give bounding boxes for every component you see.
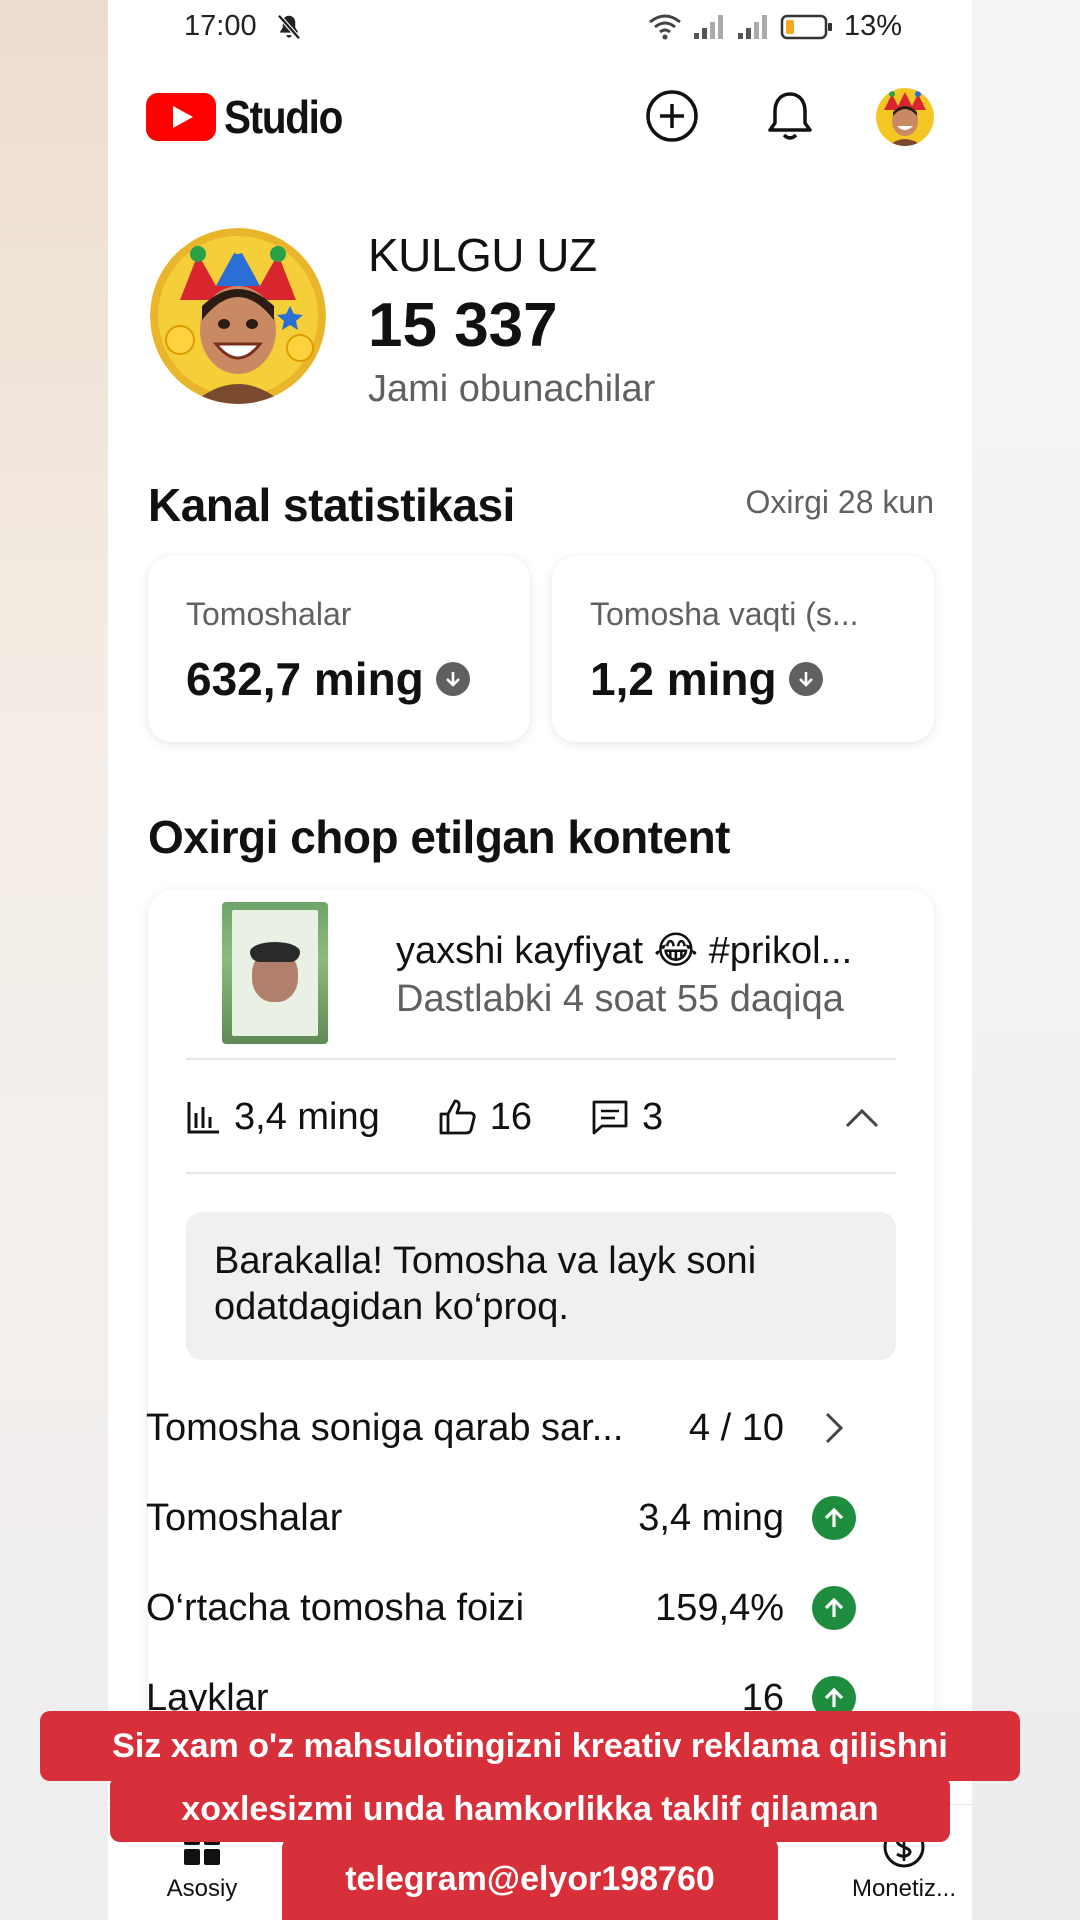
- status-icons: 13%: [648, 10, 902, 43]
- background-left: [0, 0, 108, 1920]
- row-value: 4 / 10: [688, 1406, 784, 1449]
- video-thumbnail[interactable]: [222, 902, 328, 1044]
- arrow-down-icon: [788, 662, 823, 696]
- nav-label: Monetiz...: [851, 1875, 957, 1902]
- row-value: 159,4%: [655, 1586, 784, 1629]
- collapse-button[interactable]: [834, 1090, 890, 1146]
- create-icon: [646, 90, 698, 142]
- stat-number: 632,7 ming: [186, 653, 424, 705]
- mute-icon: [277, 14, 301, 40]
- video-metrics: 3,4 ming 16 3: [186, 1082, 896, 1152]
- bell-icon: [768, 92, 812, 140]
- views-row: Tomoshalar 3,4 ming: [146, 1488, 856, 1548]
- chevron-up-icon: [845, 1108, 879, 1128]
- phone-screen: 17:00 13% Studio KULGU UZ 15 337 Jami ob…: [108, 0, 972, 1920]
- divider: [186, 1172, 896, 1174]
- latest-content-title: Oxirgi chop etilgan kontent: [148, 811, 730, 863]
- chevron-right-icon: [812, 1406, 856, 1450]
- comments-count: 3: [642, 1095, 664, 1138]
- likes-metric: 16: [438, 1096, 532, 1139]
- stat-value: 1,2 ming: [590, 652, 823, 706]
- divider: [186, 1058, 896, 1060]
- wifi-icon: [649, 14, 681, 39]
- row-label: O‘rtacha tomosha foizi: [146, 1586, 525, 1629]
- avg-percent-row: O‘rtacha tomosha foizi 159,4%: [146, 1578, 856, 1638]
- insight-message: Barakalla! Tomosha va layk soni odatdagi…: [186, 1212, 896, 1360]
- channel-name: KULGU UZ: [368, 229, 597, 281]
- views-metric: 3,4 ming: [186, 1096, 380, 1139]
- studio-logo[interactable]: Studio: [146, 90, 358, 144]
- stat-label: Tomosha vaqti (s...: [590, 596, 859, 632]
- row-label: Tomosha soniga qarab sar...: [146, 1406, 624, 1449]
- stat-value: 632,7 ming: [186, 652, 470, 706]
- likes-count: 16: [489, 1095, 533, 1138]
- caption-line-3: telegram@elyor198760: [282, 1838, 778, 1920]
- caption-line-2: xoxlesizmi unda hamkorlikka taklif qilam…: [110, 1776, 950, 1842]
- caption-line-1: Siz xam o'z mahsulotingizni kreativ rekl…: [40, 1711, 1020, 1781]
- logo-text: Studio: [224, 91, 343, 143]
- analytics-title: Kanal statistikasi: [148, 479, 515, 531]
- signal-icon: [693, 14, 723, 39]
- comment-icon: [592, 1100, 628, 1135]
- video-title[interactable]: yaxshi kayfiyat 😂 #prikol...: [396, 928, 852, 973]
- arrow-up-icon: [812, 1586, 856, 1630]
- views-card[interactable]: Tomoshalar 632,7 ming: [148, 556, 530, 742]
- youtube-play-icon: [146, 93, 216, 141]
- comments-metric: 3: [590, 1096, 663, 1139]
- battery-icon: [780, 14, 832, 39]
- battery-percent: 13%: [843, 10, 902, 42]
- background-right: [972, 0, 1080, 1920]
- views-count: 3,4 ming: [234, 1095, 380, 1138]
- watch-time-card[interactable]: Tomosha vaqti (s... 1,2 ming: [552, 556, 934, 742]
- row-value: 3,4 ming: [638, 1496, 784, 1539]
- app-bar: Studio: [108, 82, 972, 152]
- create-button[interactable]: [644, 88, 700, 144]
- video-period: Dastlabki 4 soat 55 daqiqa: [396, 978, 844, 1020]
- signal-icon: [737, 14, 767, 39]
- ranking-row[interactable]: Tomosha soniga qarab sar... 4 / 10: [146, 1398, 856, 1458]
- stat-number: 1,2 ming: [590, 653, 777, 705]
- arrow-up-icon: [812, 1496, 856, 1540]
- status-time: 17:00: [184, 10, 257, 42]
- thumbs-up-icon: [439, 1099, 476, 1135]
- avatar[interactable]: [876, 88, 934, 146]
- row-label: Tomoshalar: [146, 1496, 343, 1539]
- notifications-button[interactable]: [762, 88, 818, 144]
- analytics-period: Oxirgi 28 kun: [745, 484, 934, 520]
- arrow-down-icon: [435, 662, 470, 696]
- subscriber-label: Jami obunachilar: [368, 368, 656, 410]
- bar-chart-icon: [187, 1102, 219, 1134]
- subscriber-count: 15 337: [368, 291, 558, 360]
- stat-label: Tomoshalar: [186, 596, 352, 632]
- channel-avatar[interactable]: [150, 228, 326, 404]
- nav-label: Asosiy: [166, 1875, 238, 1902]
- status-bar: 17:00 13%: [108, 0, 972, 56]
